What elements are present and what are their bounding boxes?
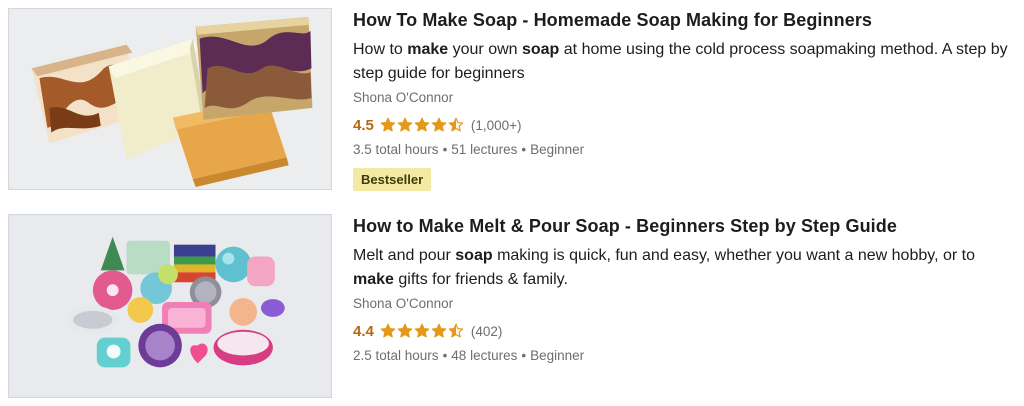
highlight-keyword: make: [407, 41, 449, 58]
soap-bars-image: [9, 9, 331, 189]
star-full-icon: [431, 117, 447, 132]
star-rating: [380, 117, 465, 133]
description-text: your own: [448, 41, 522, 58]
meta-separator: •: [442, 142, 448, 157]
highlight-keyword: soap: [455, 247, 493, 264]
course-level: Beginner: [530, 142, 585, 157]
rating-value: 4.5: [353, 116, 374, 134]
course-description: How to make your own soap at home using …: [353, 38, 1013, 86]
star-rating: [380, 323, 465, 339]
course-card-2[interactable]: How to Make Melt & Pour Soap - Beginners…: [0, 206, 1024, 406]
star-half-icon: [448, 117, 464, 132]
course-thumbnail-melt-pour[interactable]: [8, 214, 332, 398]
rating-value: 4.4: [353, 322, 374, 340]
total-hours: 2.5 total hours: [353, 348, 439, 363]
star-full-icon: [397, 117, 413, 132]
course-meta: 3.5 total hours • 51 lectures • Beginner: [353, 142, 584, 157]
course-thumbnail-soap-bars[interactable]: [8, 8, 332, 190]
highlight-keyword: make: [353, 271, 394, 288]
meta-separator: •: [442, 348, 448, 363]
star-full-icon: [431, 323, 447, 338]
description-text: gifts for friends & family.: [393, 271, 568, 288]
lecture-count: 48 lectures: [451, 348, 518, 363]
star-full-icon: [380, 323, 396, 338]
star-half-icon: [448, 323, 464, 338]
highlight-keyword: soap: [521, 41, 560, 58]
description-text: making is quick, fun and easy, whether y…: [492, 247, 975, 264]
description-text: Melt and pour: [353, 247, 456, 264]
star-full-icon: [414, 117, 430, 132]
rating-count: (402): [470, 323, 503, 339]
course-meta: 2.5 total hours • 48 lectures • Beginner: [353, 348, 584, 363]
star-full-icon: [414, 323, 430, 338]
meta-separator: •: [521, 142, 527, 157]
course-title[interactable]: How To Make Soap - Homemade Soap Making …: [353, 10, 872, 31]
rating-count: (1,000+): [470, 117, 522, 133]
course-description: Melt and pour soap making is quick, fun …: [353, 244, 1013, 292]
meta-separator: •: [521, 348, 527, 363]
total-hours: 3.5 total hours: [353, 142, 439, 157]
rating-row: 4.4 (402): [353, 321, 502, 341]
course-title[interactable]: How to Make Melt & Pour Soap - Beginners…: [353, 216, 897, 237]
melt-pour-soaps-image: [9, 215, 331, 397]
rating-row: 4.5 (1,000+): [353, 115, 522, 135]
star-full-icon: [380, 117, 396, 132]
bestseller-badge: Bestseller: [353, 168, 432, 191]
description-text: How to: [353, 41, 408, 58]
lecture-count: 51 lectures: [451, 142, 518, 157]
star-full-icon: [397, 323, 413, 338]
course-level: Beginner: [530, 348, 585, 363]
course-card-1[interactable]: How To Make Soap - Homemade Soap Making …: [0, 0, 1024, 200]
course-author: Shona O'Connor: [353, 90, 454, 105]
course-author: Shona O'Connor: [353, 296, 454, 311]
